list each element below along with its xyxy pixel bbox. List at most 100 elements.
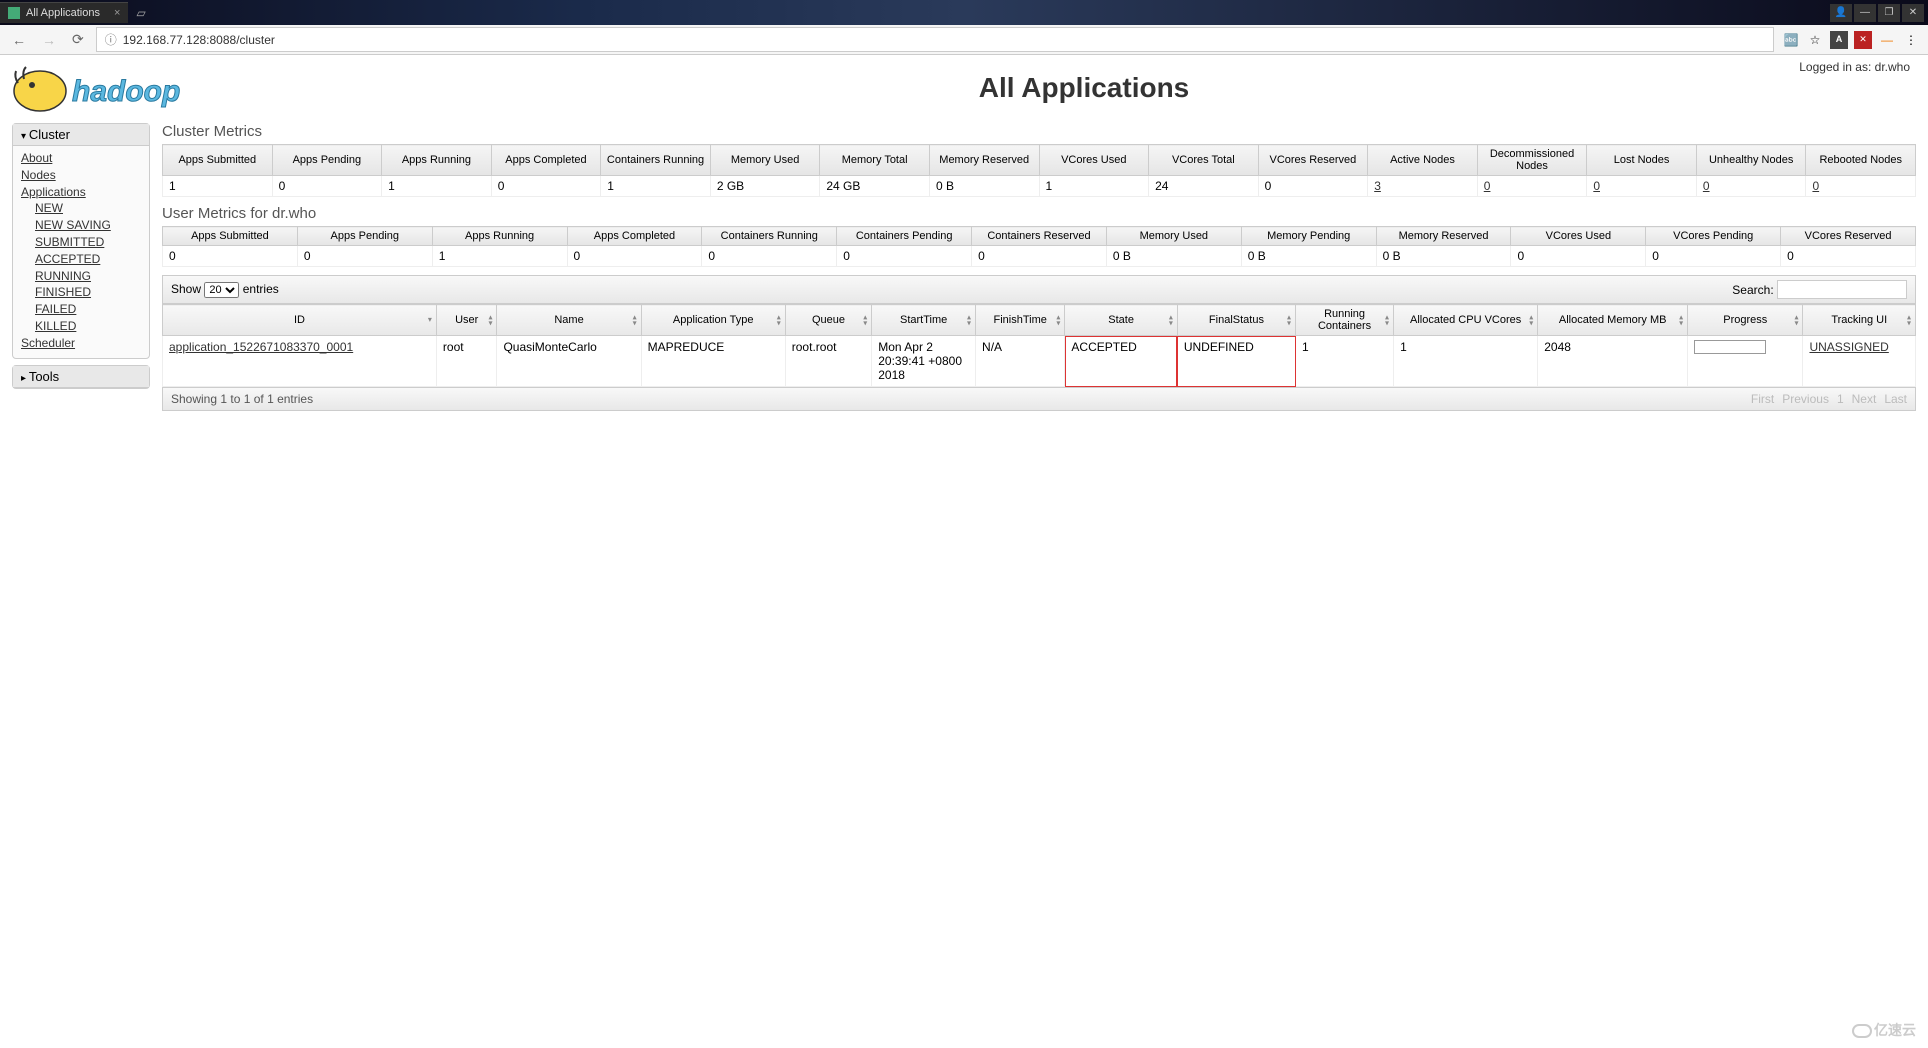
- metrics-value: 1: [432, 246, 567, 267]
- sidebar-link-applications[interactable]: Applications: [21, 184, 141, 201]
- pager-button[interactable]: First: [1751, 392, 1774, 406]
- translate-icon[interactable]: 🔤: [1782, 31, 1800, 49]
- sidebar-link-nodes[interactable]: Nodes: [21, 167, 141, 184]
- sort-icon: ▴▾: [1679, 314, 1683, 325]
- tab-close-icon[interactable]: ×: [114, 7, 120, 19]
- extension-icon-2[interactable]: ✕: [1854, 31, 1872, 49]
- metrics-value: 1: [382, 176, 492, 197]
- metrics-link[interactable]: 0: [1703, 179, 1710, 193]
- column-header[interactable]: FinishTime▴▾: [976, 305, 1065, 336]
- cell-finish-time: N/A: [976, 336, 1065, 387]
- menu-icon[interactable]: ⋮: [1902, 31, 1920, 49]
- sort-icon: ▴▾: [1907, 314, 1911, 325]
- user-metrics-title: User Metrics for dr.who: [162, 205, 1916, 222]
- column-header[interactable]: Queue▴▾: [785, 305, 871, 336]
- pager-button[interactable]: 1: [1837, 392, 1844, 406]
- minimize-button[interactable]: —: [1854, 4, 1876, 22]
- metrics-header: Memory Pending: [1241, 227, 1376, 246]
- column-header[interactable]: ID▾: [163, 305, 437, 336]
- cell-cpu-vcores: 1: [1394, 336, 1538, 387]
- metrics-link[interactable]: 0: [1484, 179, 1491, 193]
- sidebar-link-scheduler[interactable]: Scheduler: [21, 335, 141, 352]
- metrics-header: Apps Submitted: [163, 145, 273, 176]
- metrics-link[interactable]: 0: [1593, 179, 1600, 193]
- tab-favicon: [8, 7, 20, 19]
- column-header[interactable]: Name▴▾: [497, 305, 641, 336]
- info-icon[interactable]: ⓘ: [105, 31, 117, 48]
- metrics-header: Memory Used: [710, 145, 820, 176]
- column-header[interactable]: Tracking UI▴▾: [1803, 305, 1916, 336]
- footer-info: Showing 1 to 1 of 1 entries: [171, 392, 313, 406]
- page-title: All Applications: [252, 72, 1916, 104]
- sidebar-cluster-header[interactable]: Cluster: [13, 124, 149, 146]
- metrics-value: 0: [1258, 176, 1368, 197]
- pager-button[interactable]: Previous: [1782, 392, 1829, 406]
- sidebar-link-accepted[interactable]: ACCEPTED: [35, 251, 141, 268]
- metrics-header: VCores Total: [1149, 145, 1259, 176]
- entries-select[interactable]: 20: [204, 282, 239, 298]
- user-icon[interactable]: 👤: [1830, 4, 1852, 22]
- url-bar[interactable]: ⓘ 192.168.77.128:8088/cluster: [96, 27, 1774, 52]
- sidebar-link-killed[interactable]: KILLED: [35, 318, 141, 335]
- column-header[interactable]: State▴▾: [1065, 305, 1177, 336]
- close-window-button[interactable]: ✕: [1902, 4, 1924, 22]
- metrics-value: 0: [491, 176, 601, 197]
- metrics-value: 0 B: [929, 176, 1039, 197]
- column-header[interactable]: Progress▴▾: [1688, 305, 1803, 336]
- tracking-ui-link[interactable]: UNASSIGNED: [1809, 340, 1888, 354]
- sort-icon: ▴▾: [1385, 314, 1389, 325]
- extension-icon-1[interactable]: 𝐀: [1830, 31, 1848, 49]
- metrics-value: 0: [837, 246, 972, 267]
- metrics-value: 0: [1511, 246, 1646, 267]
- pager: First Previous 1 Next Last: [1743, 392, 1907, 406]
- metrics-header: Apps Running: [432, 227, 567, 246]
- url-text: 192.168.77.128:8088/cluster: [123, 33, 275, 47]
- sidebar-link-running[interactable]: RUNNING: [35, 268, 141, 285]
- sidebar-link-finished[interactable]: FINISHED: [35, 284, 141, 301]
- show-label-post: entries: [243, 282, 279, 296]
- metrics-header: VCores Pending: [1646, 227, 1781, 246]
- forward-button[interactable]: →: [38, 30, 60, 50]
- column-header[interactable]: Allocated CPU VCores▴▾: [1394, 305, 1538, 336]
- metrics-header: Apps Submitted: [163, 227, 298, 246]
- cell-app-type: MAPREDUCE: [641, 336, 785, 387]
- new-tab-button[interactable]: ▱: [128, 6, 153, 20]
- hadoop-logo[interactable]: hadoop: [12, 63, 252, 113]
- metrics-link[interactable]: 3: [1374, 179, 1381, 193]
- search-input[interactable]: [1777, 280, 1907, 299]
- reload-button[interactable]: ⟳: [68, 29, 88, 50]
- browser-nav-bar: ← → ⟳ ⓘ 192.168.77.128:8088/cluster 🔤 ☆ …: [0, 25, 1928, 55]
- sort-icon: ▴▾: [1169, 314, 1173, 325]
- metrics-header: Containers Running: [601, 145, 711, 176]
- app-id-link[interactable]: application_1522671083370_0001: [169, 340, 353, 354]
- sidebar-link-submitted[interactable]: SUBMITTED: [35, 234, 141, 251]
- column-header[interactable]: FinalStatus▴▾: [1177, 305, 1295, 336]
- column-header[interactable]: StartTime▴▾: [872, 305, 976, 336]
- sort-icon: ▴▾: [633, 314, 637, 325]
- sidebar-tools-header[interactable]: Tools: [13, 366, 149, 388]
- svg-text:hadoop: hadoop: [72, 75, 180, 108]
- back-button[interactable]: ←: [8, 30, 30, 50]
- column-header[interactable]: Allocated Memory MB▴▾: [1538, 305, 1688, 336]
- column-header[interactable]: Application Type▴▾: [641, 305, 785, 336]
- pager-button[interactable]: Last: [1884, 392, 1907, 406]
- sidebar-link-new-saving[interactable]: NEW SAVING: [35, 217, 141, 234]
- metrics-link[interactable]: 0: [1812, 179, 1819, 193]
- column-header[interactable]: Running Containers▴▾: [1296, 305, 1394, 336]
- column-header[interactable]: User▴▾: [436, 305, 497, 336]
- sidebar-link-failed[interactable]: FAILED: [35, 301, 141, 318]
- sort-icon: ▴▾: [1287, 314, 1291, 325]
- metrics-value: 0: [163, 246, 298, 267]
- cluster-metrics-table: Apps SubmittedApps PendingApps RunningAp…: [162, 144, 1916, 197]
- pager-button[interactable]: Next: [1852, 392, 1877, 406]
- sidebar-link-new[interactable]: NEW: [35, 200, 141, 217]
- browser-tab[interactable]: All Applications ×: [0, 2, 128, 23]
- maximize-button[interactable]: ❐: [1878, 4, 1900, 22]
- metrics-header: Memory Reserved: [1376, 227, 1511, 246]
- table-row: application_1522671083370_0001 root Quas…: [163, 336, 1916, 387]
- sidebar-link-about[interactable]: About: [21, 150, 141, 167]
- metrics-value: 2 GB: [710, 176, 820, 197]
- star-icon[interactable]: ☆: [1806, 31, 1824, 49]
- extension-icon-3[interactable]: —: [1878, 31, 1896, 49]
- metrics-header: Apps Completed: [567, 227, 702, 246]
